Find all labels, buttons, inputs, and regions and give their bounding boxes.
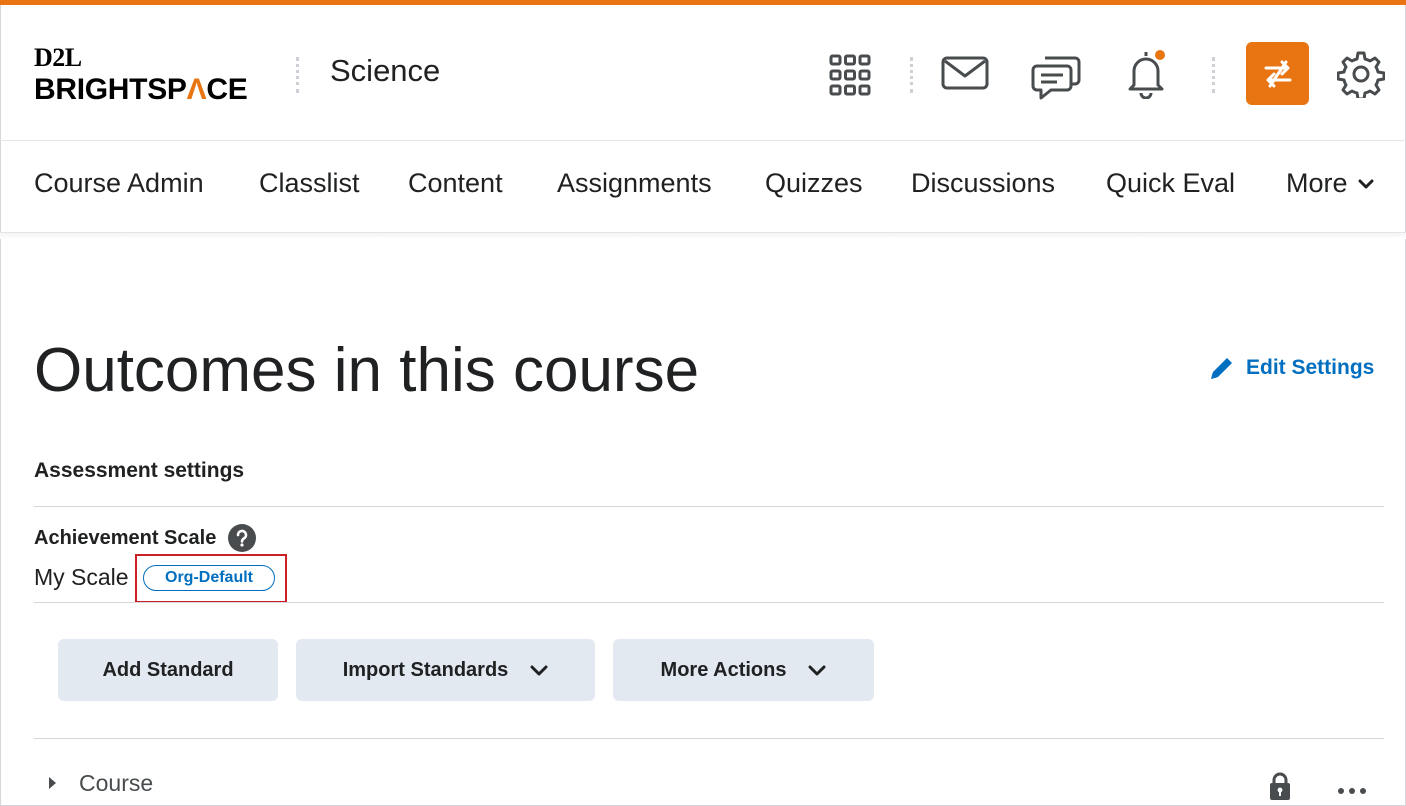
chevron-down-icon bbox=[808, 665, 826, 676]
chat-icon[interactable] bbox=[1030, 49, 1082, 101]
header-divider bbox=[910, 57, 914, 93]
role-switch-button[interactable] bbox=[1246, 42, 1309, 105]
notification-dot bbox=[1153, 48, 1167, 62]
more-options-ellipsis-icon[interactable] bbox=[1337, 782, 1367, 800]
header-divider bbox=[296, 57, 300, 93]
achievement-scale-value: My Scale bbox=[34, 564, 129, 590]
notifications-bell-icon[interactable] bbox=[1122, 47, 1170, 101]
brightspace-logo[interactable]: D2L BRIGHTSPΛCE bbox=[34, 43, 274, 107]
logo-d2l-text: D2L bbox=[34, 43, 82, 72]
minibar: D2L BRIGHTSPΛCE Science bbox=[0, 5, 1406, 141]
nav-item-assignments[interactable]: Assignments bbox=[557, 168, 712, 199]
nav-item-classlist[interactable]: Classlist bbox=[259, 168, 360, 199]
help-question-icon[interactable] bbox=[228, 524, 257, 552]
nav-item-course-admin[interactable]: Course Admin bbox=[34, 168, 204, 199]
divider bbox=[34, 602, 1384, 603]
tree-node-course[interactable]: Course bbox=[79, 770, 153, 797]
nav-item-content[interactable]: Content bbox=[408, 168, 503, 199]
pencil-icon bbox=[1211, 358, 1232, 379]
nav-more-menu[interactable]: More bbox=[1286, 168, 1374, 199]
nav-item-discussions[interactable]: Discussions bbox=[911, 168, 1055, 199]
more-actions-button[interactable]: More Actions bbox=[613, 639, 874, 701]
expand-caret-icon[interactable] bbox=[47, 776, 57, 795]
assessment-settings-heading: Assessment settings bbox=[34, 459, 245, 482]
settings-gear-icon[interactable] bbox=[1336, 49, 1386, 99]
switch-arrows-icon bbox=[1264, 60, 1291, 87]
achievement-scale-label: Achievement Scale bbox=[34, 526, 217, 549]
import-standards-label: Import Standards bbox=[342, 658, 509, 681]
add-standard-label: Add Standard bbox=[102, 658, 234, 681]
achievement-scale-label-row: Achievement Scale bbox=[34, 524, 257, 552]
chevron-down-icon bbox=[1358, 179, 1374, 188]
mail-icon[interactable] bbox=[940, 53, 990, 93]
nav-shadow bbox=[0, 233, 1406, 239]
org-default-badge: Org-Default bbox=[143, 565, 275, 591]
lock-icon bbox=[1268, 771, 1292, 806]
navbar: Course Admin Classlist Content Assignmen… bbox=[0, 142, 1406, 233]
chevron-down-icon bbox=[530, 665, 548, 676]
logo-brightspace-text: BRIGHTSPΛCE bbox=[34, 73, 248, 106]
add-standard-button[interactable]: Add Standard bbox=[58, 639, 278, 701]
nav-item-quizzes[interactable]: Quizzes bbox=[765, 168, 863, 199]
divider bbox=[34, 506, 1384, 507]
header-divider bbox=[1212, 57, 1216, 93]
nav-item-quick-eval[interactable]: Quick Eval bbox=[1106, 168, 1235, 199]
more-actions-label: More Actions bbox=[660, 658, 787, 681]
edit-settings-link[interactable]: Edit Settings bbox=[1208, 354, 1374, 382]
course-title[interactable]: Science bbox=[330, 53, 440, 89]
import-standards-button[interactable]: Import Standards bbox=[296, 639, 595, 701]
edit-settings-label: Edit Settings bbox=[1246, 356, 1375, 379]
course-selector-grid-icon[interactable] bbox=[826, 51, 874, 99]
page-title: Outcomes in this course bbox=[34, 336, 700, 405]
nav-more-label: More bbox=[1286, 168, 1348, 198]
divider bbox=[34, 738, 1384, 739]
